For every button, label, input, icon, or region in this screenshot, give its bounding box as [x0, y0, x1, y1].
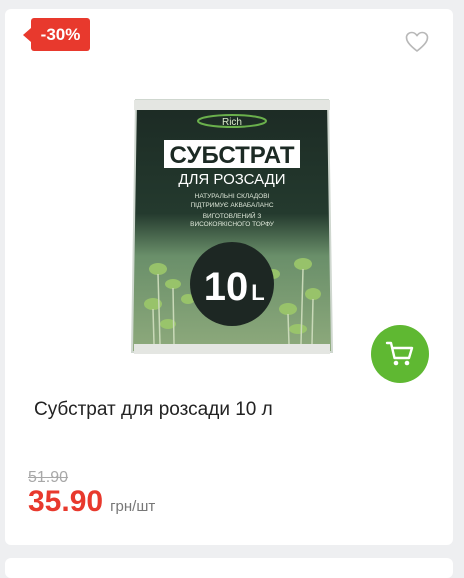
package-title: СУБСТРАТ — [170, 142, 295, 169]
favorite-button[interactable] — [404, 30, 430, 54]
package-volume: 10 — [204, 265, 249, 309]
package-volume-unit: L — [251, 280, 264, 305]
package-feature: ВИГОТОВЛЕНИЙ З — [203, 211, 262, 220]
package-feature: НАТУРАЛЬНІ СКЛАДОВІ — [195, 193, 270, 200]
package-feature: ВИСОКОЯКІСНОГО ТОРФУ — [190, 221, 275, 228]
price-unit: грн/шт — [110, 498, 156, 515]
package-subtitle: ДЛЯ РОЗСАДИ — [178, 171, 285, 188]
package-feature: ПІДТРИМУЄ АКВАБАЛАНС — [190, 202, 273, 209]
price-row: 35.90 грн/шт — [28, 485, 155, 519]
next-product-card[interactable] — [5, 558, 453, 578]
discount-badge: -30% — [23, 18, 90, 51]
product-title[interactable]: Субстрат для розсади 10 л — [34, 399, 273, 421]
heart-outline-icon — [405, 31, 429, 52]
current-price: 35.90 — [28, 485, 104, 518]
brand-logo-text: Rich — [222, 117, 242, 128]
product-image[interactable]: Rich СУБСТРАТ ДЛЯ РОЗСАДИ НАТУРАЛЬНІ СКЛ… — [128, 94, 336, 356]
shopping-cart-icon — [385, 341, 414, 366]
add-to-cart-button[interactable] — [371, 325, 429, 383]
